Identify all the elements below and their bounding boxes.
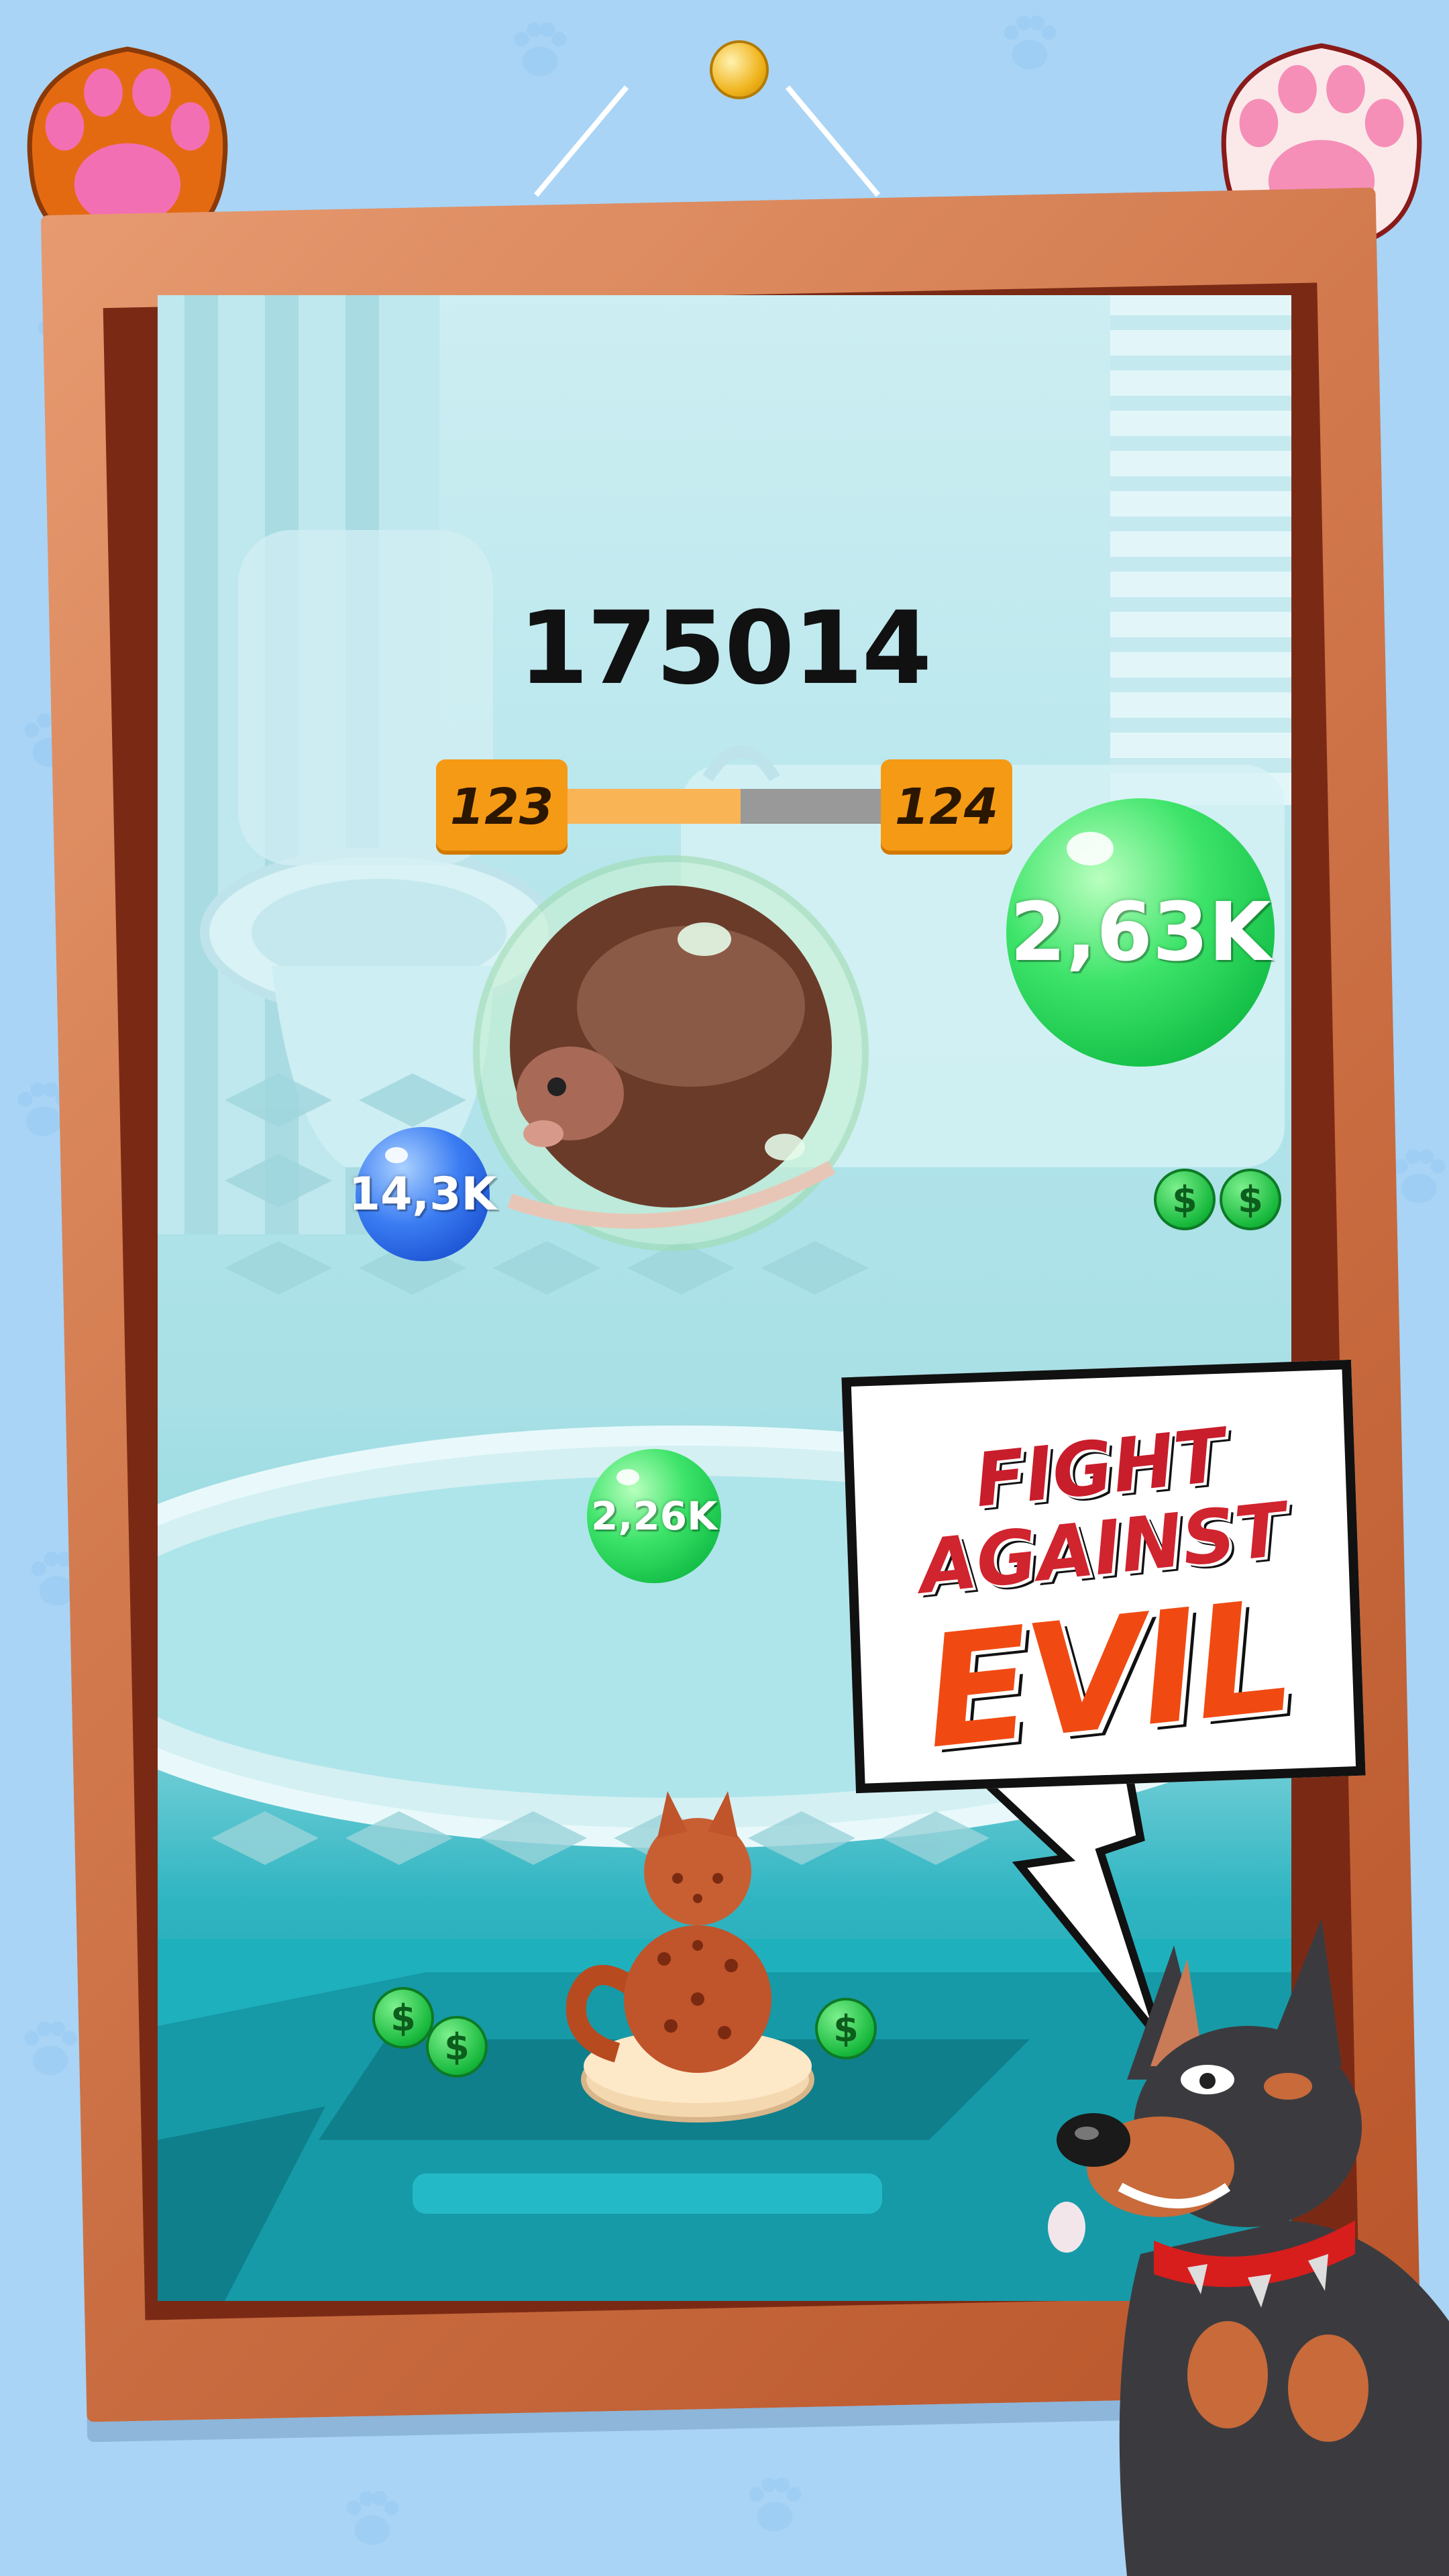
- hanger-pin-icon: [710, 40, 769, 99]
- paw-pattern-icon: [1004, 15, 1057, 70]
- mouse-in-mouth: [1048, 2202, 1085, 2253]
- paw-pattern-icon: [514, 22, 567, 76]
- score-counter: 175014: [518, 590, 932, 707]
- level-progress-fill: [564, 789, 741, 824]
- next-level-badge: 124: [881, 759, 1012, 855]
- paw-pattern-icon: [346, 2491, 399, 2545]
- cash-bubble-blue-label: 14,3K: [348, 1167, 497, 1221]
- cash-bubble-large-label: 2,63K: [1010, 885, 1271, 979]
- rat-ball-enemy[interactable]: [470, 852, 872, 1254]
- cash-bubble-blue[interactable]: 14,3K: [349, 1127, 496, 1261]
- hanger-wire-left: [533, 85, 629, 197]
- hanger-wire-right: [785, 85, 881, 197]
- paw-pattern-icon: [749, 2477, 802, 2532]
- dollar-coin-icon[interactable]: $: [1154, 1169, 1216, 1230]
- cash-bubble-small[interactable]: 2,26K: [587, 1449, 721, 1583]
- cash-bubble-small-label: 2,26K: [590, 1493, 718, 1539]
- dollar-coin-icon[interactable]: $: [372, 1987, 434, 2049]
- paw-pattern-icon: [24, 2021, 77, 2076]
- cat-on-vacuum-player[interactable]: [564, 1784, 832, 2133]
- dollar-coin-icon[interactable]: $: [1220, 1169, 1281, 1230]
- current-level-badge: 123: [436, 759, 568, 855]
- speech-bubble: FIGHT AGAINST EVIL: [841, 1359, 1366, 1794]
- dollar-coin-icon[interactable]: $: [426, 2016, 488, 2078]
- cash-bubble-large[interactable]: 2,63K: [1006, 798, 1275, 1067]
- doberman-villain: [1048, 1919, 1449, 2576]
